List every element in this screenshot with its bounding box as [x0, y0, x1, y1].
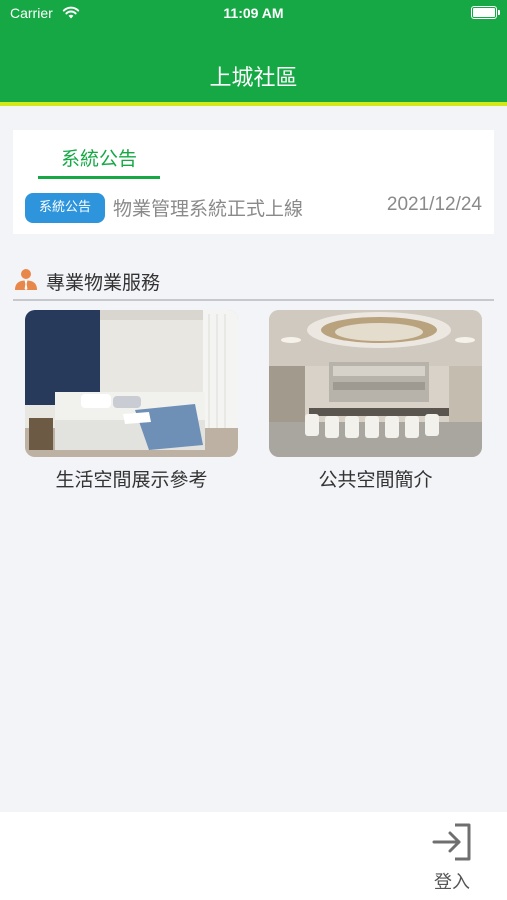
header-accent-line: [0, 102, 507, 106]
public-space-image[interactable]: [269, 310, 482, 457]
announcement-title[interactable]: 物業管理系統正式上線: [113, 194, 303, 221]
living-space-image[interactable]: [25, 310, 238, 457]
status-time: 11:09 AM: [223, 5, 284, 21]
announcement-badge: 系統公告: [25, 193, 105, 223]
public-space-label[interactable]: 公共空間簡介: [269, 465, 482, 492]
login-icon[interactable]: [431, 822, 473, 862]
page-title: 上城社區: [209, 66, 298, 91]
tab-announcements[interactable]: 系統公告: [38, 144, 160, 171]
login-button[interactable]: 登入: [420, 868, 484, 894]
person-icon: [15, 269, 37, 290]
battery-icon: [471, 6, 500, 19]
section-divider: [13, 299, 494, 301]
active-tab-indicator: [38, 176, 160, 179]
status-bar: Carrier 11:09 AM: [0, 0, 507, 28]
announcement-date: 2021/12/24: [386, 194, 482, 215]
section-title: 專業物業服務: [46, 272, 161, 294]
living-space-label[interactable]: 生活空間展示參考: [25, 465, 238, 492]
